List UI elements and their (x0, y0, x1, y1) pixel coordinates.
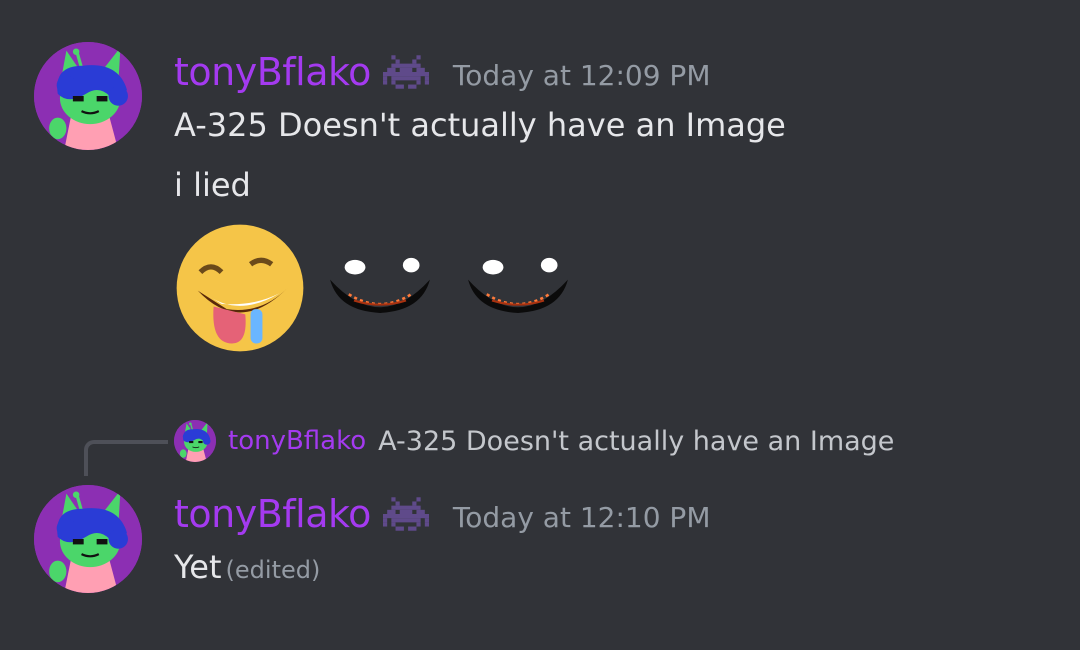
username[interactable]: tonyBflako (174, 50, 371, 94)
timestamp[interactable]: Today at 12:09 PM (453, 59, 711, 92)
user-avatar[interactable] (34, 485, 142, 593)
message-line-2: i lied (174, 166, 251, 204)
evil-grin-emoji[interactable] (328, 256, 432, 324)
message-line-1: A-325 Doesn't actually have an Image (174, 106, 786, 144)
edited-label: (edited) (225, 556, 321, 584)
reply-preview[interactable]: tonyBflako A-325 Doesn't actually have a… (174, 420, 894, 462)
message-text: Yet (edited) (174, 548, 320, 586)
emoji-row (174, 222, 570, 358)
message-header: tonyBflako Today at 12:09 PM (174, 50, 710, 94)
reply-text[interactable]: A-325 Doesn't actually have an Image (378, 426, 894, 457)
message-header: tonyBflako Today at 12:10 PM (174, 492, 710, 536)
evil-grin-emoji[interactable] (466, 256, 570, 324)
username[interactable]: tonyBflako (174, 492, 371, 536)
message-content: Yet (174, 548, 222, 586)
space-invader-badge-icon[interactable] (383, 52, 429, 92)
user-avatar[interactable] (34, 42, 142, 150)
reply-connector (84, 440, 168, 476)
timestamp[interactable]: Today at 12:10 PM (453, 501, 711, 534)
drooling-face-emoji[interactable] (174, 222, 306, 358)
reply-username[interactable]: tonyBflako (228, 426, 366, 456)
reply-avatar[interactable] (174, 420, 216, 462)
space-invader-badge-icon[interactable] (383, 494, 429, 534)
